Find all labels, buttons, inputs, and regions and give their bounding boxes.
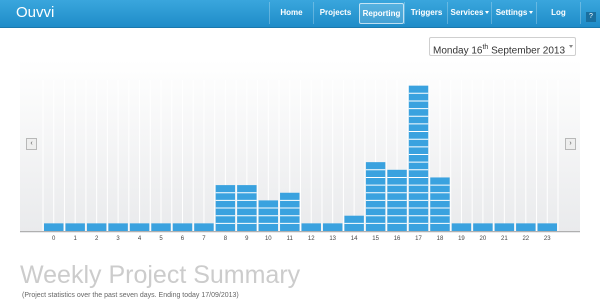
bar-hour-12[interactable] bbox=[301, 223, 321, 231]
x-tick-label: 0 bbox=[52, 236, 56, 242]
x-tick-label: 5 bbox=[159, 236, 163, 242]
x-tick-label: 23 bbox=[544, 236, 551, 242]
x-tick-label: 3 bbox=[116, 236, 120, 242]
bar-hour-19[interactable] bbox=[451, 223, 472, 231]
x-tick-label: 15 bbox=[372, 236, 379, 242]
hourly-activity-chart: 0 1 2 3 4 5 6 7 8 9 10 11 12 13 14 15 16 17 18 19 20 21 22 23 bbox=[20, 80, 580, 242]
x-tick-label: 22 bbox=[522, 236, 529, 242]
x-tick-label: 17 bbox=[415, 236, 422, 242]
bar-hour-21[interactable] bbox=[494, 223, 515, 231]
bar-hour-0[interactable] bbox=[44, 223, 64, 231]
x-tick-label: 13 bbox=[329, 236, 336, 242]
page-subtitle: (Project statistics over the past seven … bbox=[22, 292, 239, 299]
x-tick-label: 4 bbox=[138, 236, 142, 242]
bar-hour-5[interactable] bbox=[151, 223, 171, 231]
x-tick-label: 19 bbox=[458, 236, 465, 242]
bar-hour-1[interactable] bbox=[65, 223, 85, 231]
chart-next-button[interactable]: › bbox=[565, 138, 576, 150]
bar-hour-7[interactable] bbox=[194, 223, 214, 231]
bar-hour-3[interactable] bbox=[108, 223, 128, 231]
bar-hour-15[interactable] bbox=[365, 162, 386, 231]
x-tick-label: 12 bbox=[308, 236, 315, 242]
x-tick-label: 9 bbox=[245, 236, 249, 242]
bar-hour-23[interactable] bbox=[537, 223, 557, 231]
x-tick-label: 10 bbox=[265, 236, 272, 242]
x-tick-label: 20 bbox=[480, 236, 487, 242]
x-tick-label: 2 bbox=[95, 236, 99, 242]
x-tick-label: 11 bbox=[287, 236, 294, 242]
x-tick-label: 14 bbox=[351, 236, 358, 242]
page-title: Weekly Project Summary bbox=[20, 261, 301, 289]
bar-hour-6[interactable] bbox=[172, 223, 193, 231]
bar-hour-17[interactable] bbox=[408, 85, 429, 232]
x-tick-label: 8 bbox=[224, 236, 228, 242]
bar-hour-22[interactable] bbox=[516, 223, 536, 231]
bar-hour-13[interactable] bbox=[322, 223, 343, 231]
x-tick-label: 21 bbox=[501, 236, 508, 242]
bar-hour-2[interactable] bbox=[86, 223, 107, 231]
x-tick-label: 7 bbox=[202, 236, 206, 242]
bar-hour-4[interactable] bbox=[129, 223, 150, 231]
chart-prev-button[interactable]: ‹ bbox=[26, 138, 37, 150]
bar-hour-11[interactable] bbox=[280, 192, 300, 231]
x-tick-label: 1 bbox=[74, 236, 78, 242]
x-tick-label: 6 bbox=[181, 236, 185, 242]
bar-hour-20[interactable] bbox=[473, 223, 493, 231]
x-tick-label: 16 bbox=[394, 236, 401, 242]
x-tick-label: 18 bbox=[437, 236, 444, 242]
